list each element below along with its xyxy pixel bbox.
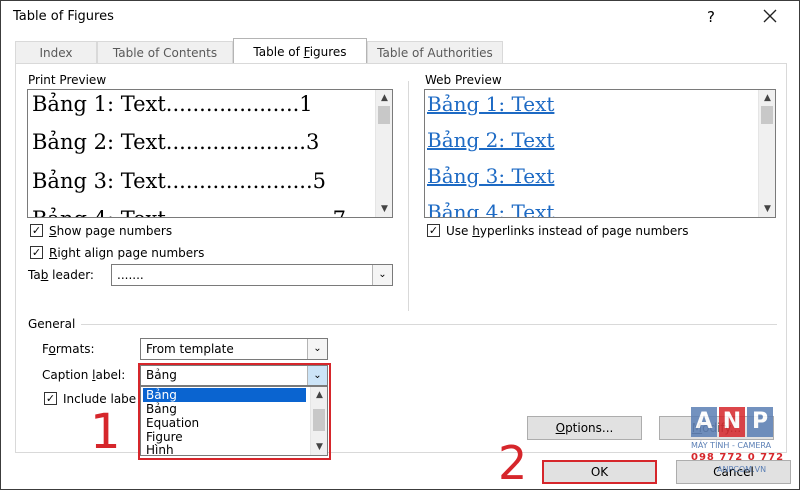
- include-label-checkbox[interactable]: ✓: [44, 392, 57, 405]
- right-align-checkbox[interactable]: ✓: [30, 246, 43, 259]
- show-page-numbers-label: Show page numbers: [49, 224, 173, 238]
- watermark-text: MÁY TÍNH - CAMERA: [691, 441, 772, 450]
- tab-leader-label: Tab leader:: [28, 268, 94, 282]
- watermark-letter: P: [747, 407, 773, 437]
- print-preview-line: Bảng 3: Text......................5: [32, 169, 327, 193]
- watermark-letter: N: [719, 407, 745, 437]
- watermark-phone: 098 772 0 772: [691, 452, 785, 463]
- highlight-box-caption: [138, 363, 331, 460]
- general-separator: [81, 324, 777, 325]
- watermark-site: ANPCOM.VN: [717, 465, 767, 474]
- print-preview-label: Print Preview: [28, 73, 107, 87]
- formats-label: Formats:: [42, 342, 95, 356]
- print-preview-line: Bảng 2: Text.....................3: [32, 130, 320, 154]
- web-preview-link[interactable]: Bảng 3: Text: [427, 164, 554, 188]
- web-preview-link[interactable]: Bảng 4: Text: [427, 200, 554, 217]
- print-preview-scrollbar[interactable]: ▲ ▼: [375, 90, 392, 217]
- general-label: General: [28, 317, 76, 331]
- right-align-label: Right align page numbers: [49, 246, 205, 260]
- close-button[interactable]: [759, 5, 781, 27]
- web-preview-scrollbar[interactable]: ▲ ▼: [758, 90, 775, 217]
- web-preview-label: Web Preview: [425, 73, 502, 87]
- use-hyperlinks-label: Use hyperlinks instead of page numbers: [446, 224, 689, 238]
- caption-label-label: Caption label:: [42, 368, 126, 382]
- formats-value: From template: [146, 342, 234, 356]
- tab-index[interactable]: Index: [15, 41, 97, 63]
- annotation-step-2: 2: [498, 436, 528, 490]
- web-preview-box: Bảng 1: Text Bảng 2: Text Bảng 3: Text B…: [424, 89, 776, 218]
- title-bar: Table of Figures ?: [1, 1, 799, 35]
- tab-table-of-contents[interactable]: Table of Contents: [97, 41, 233, 63]
- ok-button[interactable]: OK: [542, 460, 657, 484]
- tab-leader-value: .......: [117, 268, 144, 282]
- formats-select[interactable]: From template ⌄: [140, 338, 328, 360]
- scroll-down-icon[interactable]: ▼: [759, 202, 775, 216]
- help-button[interactable]: ?: [701, 7, 721, 27]
- scroll-down-icon[interactable]: ▼: [376, 202, 392, 216]
- tab-table-of-authorities[interactable]: Table of Authorities: [367, 41, 503, 63]
- web-preview-link[interactable]: Bảng 1: Text: [427, 92, 554, 116]
- watermark-letter: A: [691, 407, 717, 437]
- chevron-down-icon[interactable]: ⌄: [372, 265, 392, 285]
- anp-watermark-logo: A N P MÁY TÍNH - CAMERA 098 772 0 772 AN…: [691, 405, 791, 485]
- print-preview-box: Bảng 1: Text....................1 Bảng 2…: [27, 89, 393, 218]
- close-icon: [763, 9, 777, 23]
- scrollbar-thumb[interactable]: [761, 106, 773, 124]
- dialog-title: Table of Figures: [13, 9, 114, 24]
- chevron-down-icon[interactable]: ⌄: [307, 339, 327, 359]
- vertical-separator: [408, 81, 409, 311]
- tab-leader-select[interactable]: ....... ⌄: [111, 264, 393, 286]
- options-button[interactable]: Options...: [527, 416, 642, 440]
- scrollbar-thumb[interactable]: [378, 106, 390, 124]
- web-preview-link[interactable]: Bảng 2: Text: [427, 128, 554, 152]
- table-of-figures-dialog: Table of Figures ? Index Table of Conten…: [0, 0, 800, 490]
- scroll-up-icon[interactable]: ▲: [376, 91, 392, 105]
- tab-table-of-figures[interactable]: Table of Figures: [233, 38, 367, 63]
- print-preview-line: Bảng 1: Text....................1: [32, 92, 313, 116]
- print-preview-line: Bảng 4: Text.........................7: [32, 207, 346, 217]
- use-hyperlinks-checkbox[interactable]: ✓: [427, 224, 440, 237]
- show-page-numbers-checkbox[interactable]: ✓: [30, 224, 43, 237]
- scroll-up-icon[interactable]: ▲: [759, 91, 775, 105]
- annotation-step-1: 1: [90, 404, 121, 460]
